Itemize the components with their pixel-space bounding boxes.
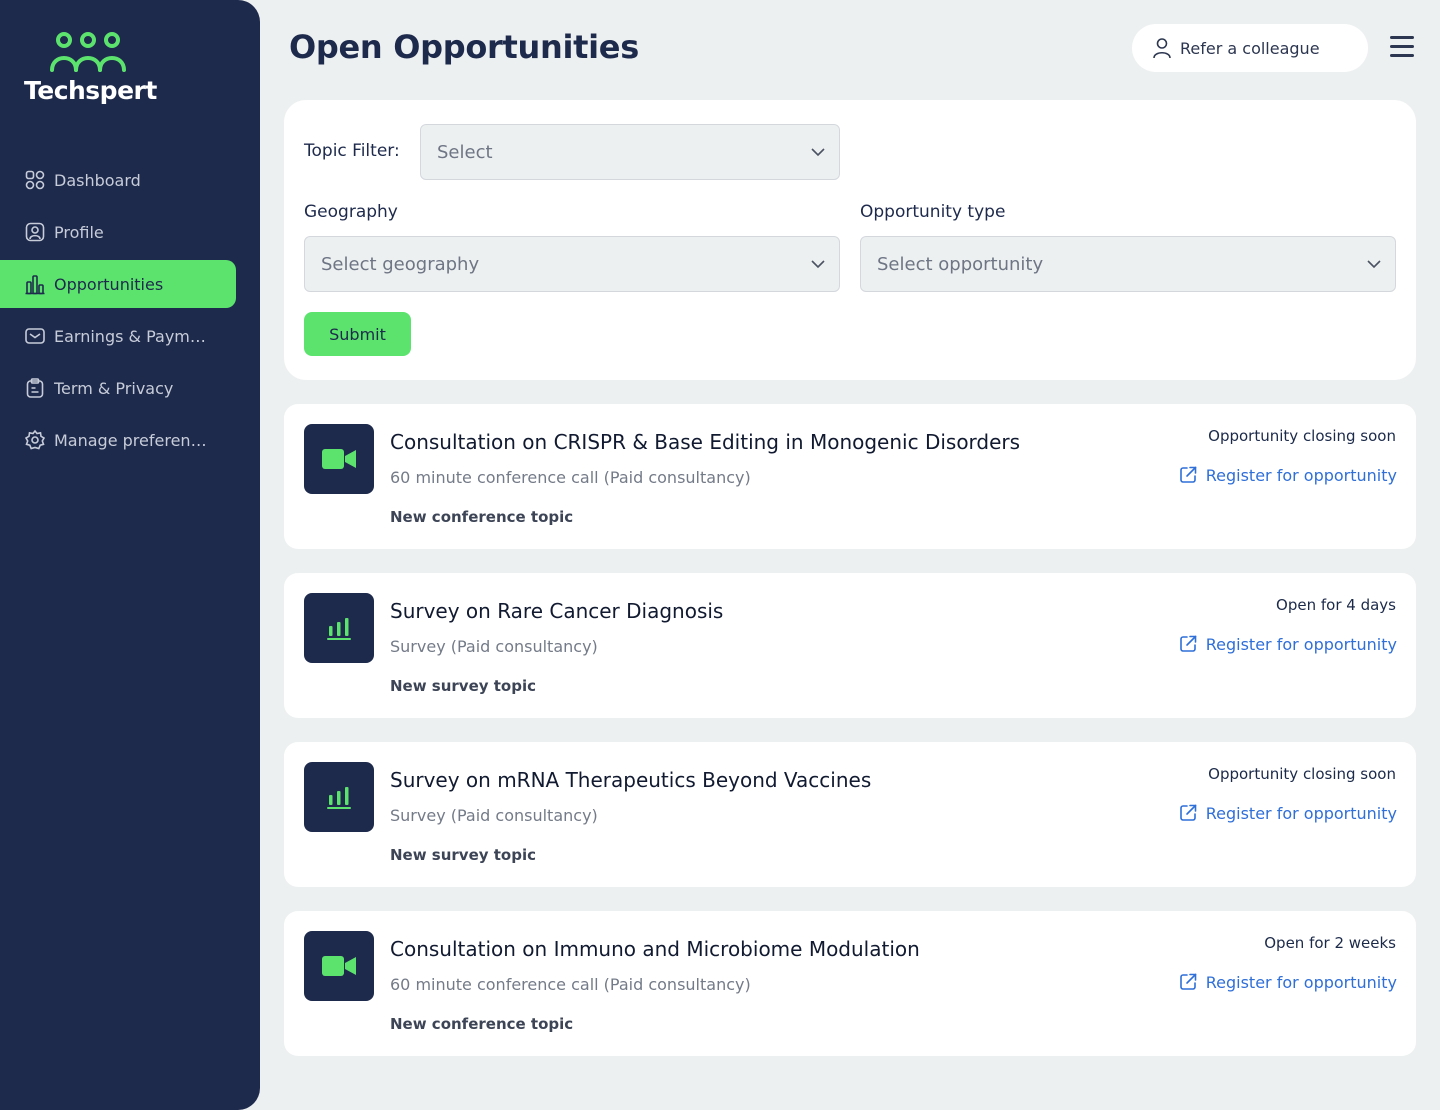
opportunity-topic: New survey topic <box>390 677 537 695</box>
sidebar-item-label: Dashboard <box>54 170 141 190</box>
register-label: Register for opportunity <box>1205 803 1397 823</box>
clipboard-icon <box>26 378 44 398</box>
opportunity-status: Opportunity closing soon <box>1208 427 1396 445</box>
external-link-icon <box>1179 635 1197 652</box>
mail-icon <box>25 328 45 344</box>
refer-colleague-label: Refer a colleague <box>1180 38 1320 58</box>
opportunity-card: Survey on mRNA Therapeutics Beyond Vacci… <box>284 742 1416 887</box>
sidebar-item-earnings[interactable]: Earnings & Payments <box>0 312 236 360</box>
page-title: Open Opportunities <box>289 28 639 66</box>
register-label: Register for opportunity <box>1205 972 1397 992</box>
topic-filter-label: Topic Filter: <box>304 141 400 161</box>
opportunity-topic: New conference topic <box>390 1015 574 1033</box>
menu-button[interactable] <box>1390 36 1418 60</box>
opportunity-card: Consultation on CRISPR & Base Editing in… <box>284 404 1416 549</box>
hamburger-line <box>1390 36 1414 39</box>
opportunity-type-select[interactable]: Select opportunity <box>860 236 1396 292</box>
opportunity-type-badge <box>304 762 374 832</box>
opportunity-title: Survey on Rare Cancer Diagnosis <box>390 599 724 623</box>
sidebar-item-label: Term & Privacy <box>54 378 174 398</box>
register-label: Register for opportunity <box>1205 465 1397 485</box>
opportunity-topic: New conference topic <box>390 508 574 526</box>
grid-icon <box>25 170 45 190</box>
bar-chart-icon <box>327 618 351 640</box>
register-link[interactable]: Register for opportunity <box>1178 803 1397 823</box>
opportunity-status: Opportunity closing soon <box>1208 765 1396 783</box>
register-link[interactable]: Register for opportunity <box>1178 465 1397 485</box>
opportunity-type-badge <box>304 931 374 1001</box>
chevron-down-icon <box>811 260 825 269</box>
opportunity-topic: New survey topic <box>390 846 537 864</box>
techspert-logo[interactable]: Techspert <box>24 30 157 105</box>
opportunity-title: Consultation on CRISPR & Base Editing in… <box>390 430 1021 454</box>
refer-colleague-button[interactable]: Refer a colleague <box>1132 24 1368 72</box>
submit-button[interactable]: Submit <box>304 312 411 356</box>
video-camera-icon <box>322 956 356 976</box>
opportunity-subtitle: 60 minute conference call (Paid consulta… <box>390 975 751 994</box>
external-link-icon <box>1179 973 1197 990</box>
bar-chart-icon <box>327 787 351 809</box>
bar-chart-icon <box>25 275 45 295</box>
register-link[interactable]: Register for opportunity <box>1178 972 1397 992</box>
opportunity-title: Survey on mRNA Therapeutics Beyond Vacci… <box>390 768 872 792</box>
sidebar-item-label: Manage preferences <box>54 430 214 450</box>
chevron-down-icon <box>811 148 825 157</box>
topic-filter-select[interactable]: Select <box>420 124 840 180</box>
sidebar-nav: Dashboard Profile Opportunities Earnings… <box>0 156 236 468</box>
opportunity-title: Consultation on Immuno and Microbiome Mo… <box>390 937 920 961</box>
opportunity-type-badge <box>304 424 374 494</box>
geography-select[interactable]: Select geography <box>304 236 840 292</box>
video-camera-icon <box>322 449 356 469</box>
sidebar-item-label: Earnings & Payments <box>54 326 214 346</box>
brand-name: Techspert <box>24 76 157 105</box>
opportunity-type-label: Opportunity type <box>860 202 1006 222</box>
external-link-icon <box>1179 804 1197 821</box>
geography-value: Select geography <box>321 253 480 275</box>
opportunity-card: Consultation on Immuno and Microbiome Mo… <box>284 911 1416 1056</box>
sidebar-item-profile[interactable]: Profile <box>0 208 236 256</box>
opportunity-status: Open for 4 days <box>1276 596 1396 614</box>
topic-filter-value: Select <box>437 141 493 163</box>
external-link-icon <box>1179 466 1197 483</box>
sidebar: Techspert Dashboard Profile Opportunitie… <box>0 0 260 1110</box>
sidebar-item-terms[interactable]: Term & Privacy <box>0 364 236 412</box>
opportunity-type-value: Select opportunity <box>877 253 1044 275</box>
gear-icon <box>24 429 46 450</box>
hamburger-line <box>1390 45 1414 48</box>
opportunity-subtitle: Survey (Paid consultancy) <box>390 637 598 656</box>
hamburger-line <box>1390 54 1414 57</box>
chevron-down-icon <box>1367 260 1381 269</box>
opportunity-subtitle: 60 minute conference call (Paid consulta… <box>390 468 751 487</box>
register-label: Register for opportunity <box>1205 634 1397 654</box>
filter-card: Topic Filter: Select Geography Select ge… <box>284 100 1416 380</box>
sidebar-item-dashboard[interactable]: Dashboard <box>0 156 236 204</box>
opportunity-status: Open for 2 weeks <box>1264 934 1396 952</box>
user-badge-icon <box>25 222 45 242</box>
geography-label: Geography <box>304 202 398 222</box>
sidebar-item-label: Profile <box>54 222 104 242</box>
sidebar-item-preferences[interactable]: Manage preferences <box>0 416 236 464</box>
sidebar-item-opportunities[interactable]: Opportunities <box>0 260 236 308</box>
user-icon <box>1153 38 1171 59</box>
people-logo-icon <box>50 32 126 72</box>
sidebar-item-label: Opportunities <box>54 274 164 294</box>
opportunity-type-badge <box>304 593 374 663</box>
opportunity-subtitle: Survey (Paid consultancy) <box>390 806 598 825</box>
opportunity-card: Survey on Rare Cancer Diagnosis Survey (… <box>284 573 1416 718</box>
register-link[interactable]: Register for opportunity <box>1178 634 1397 654</box>
